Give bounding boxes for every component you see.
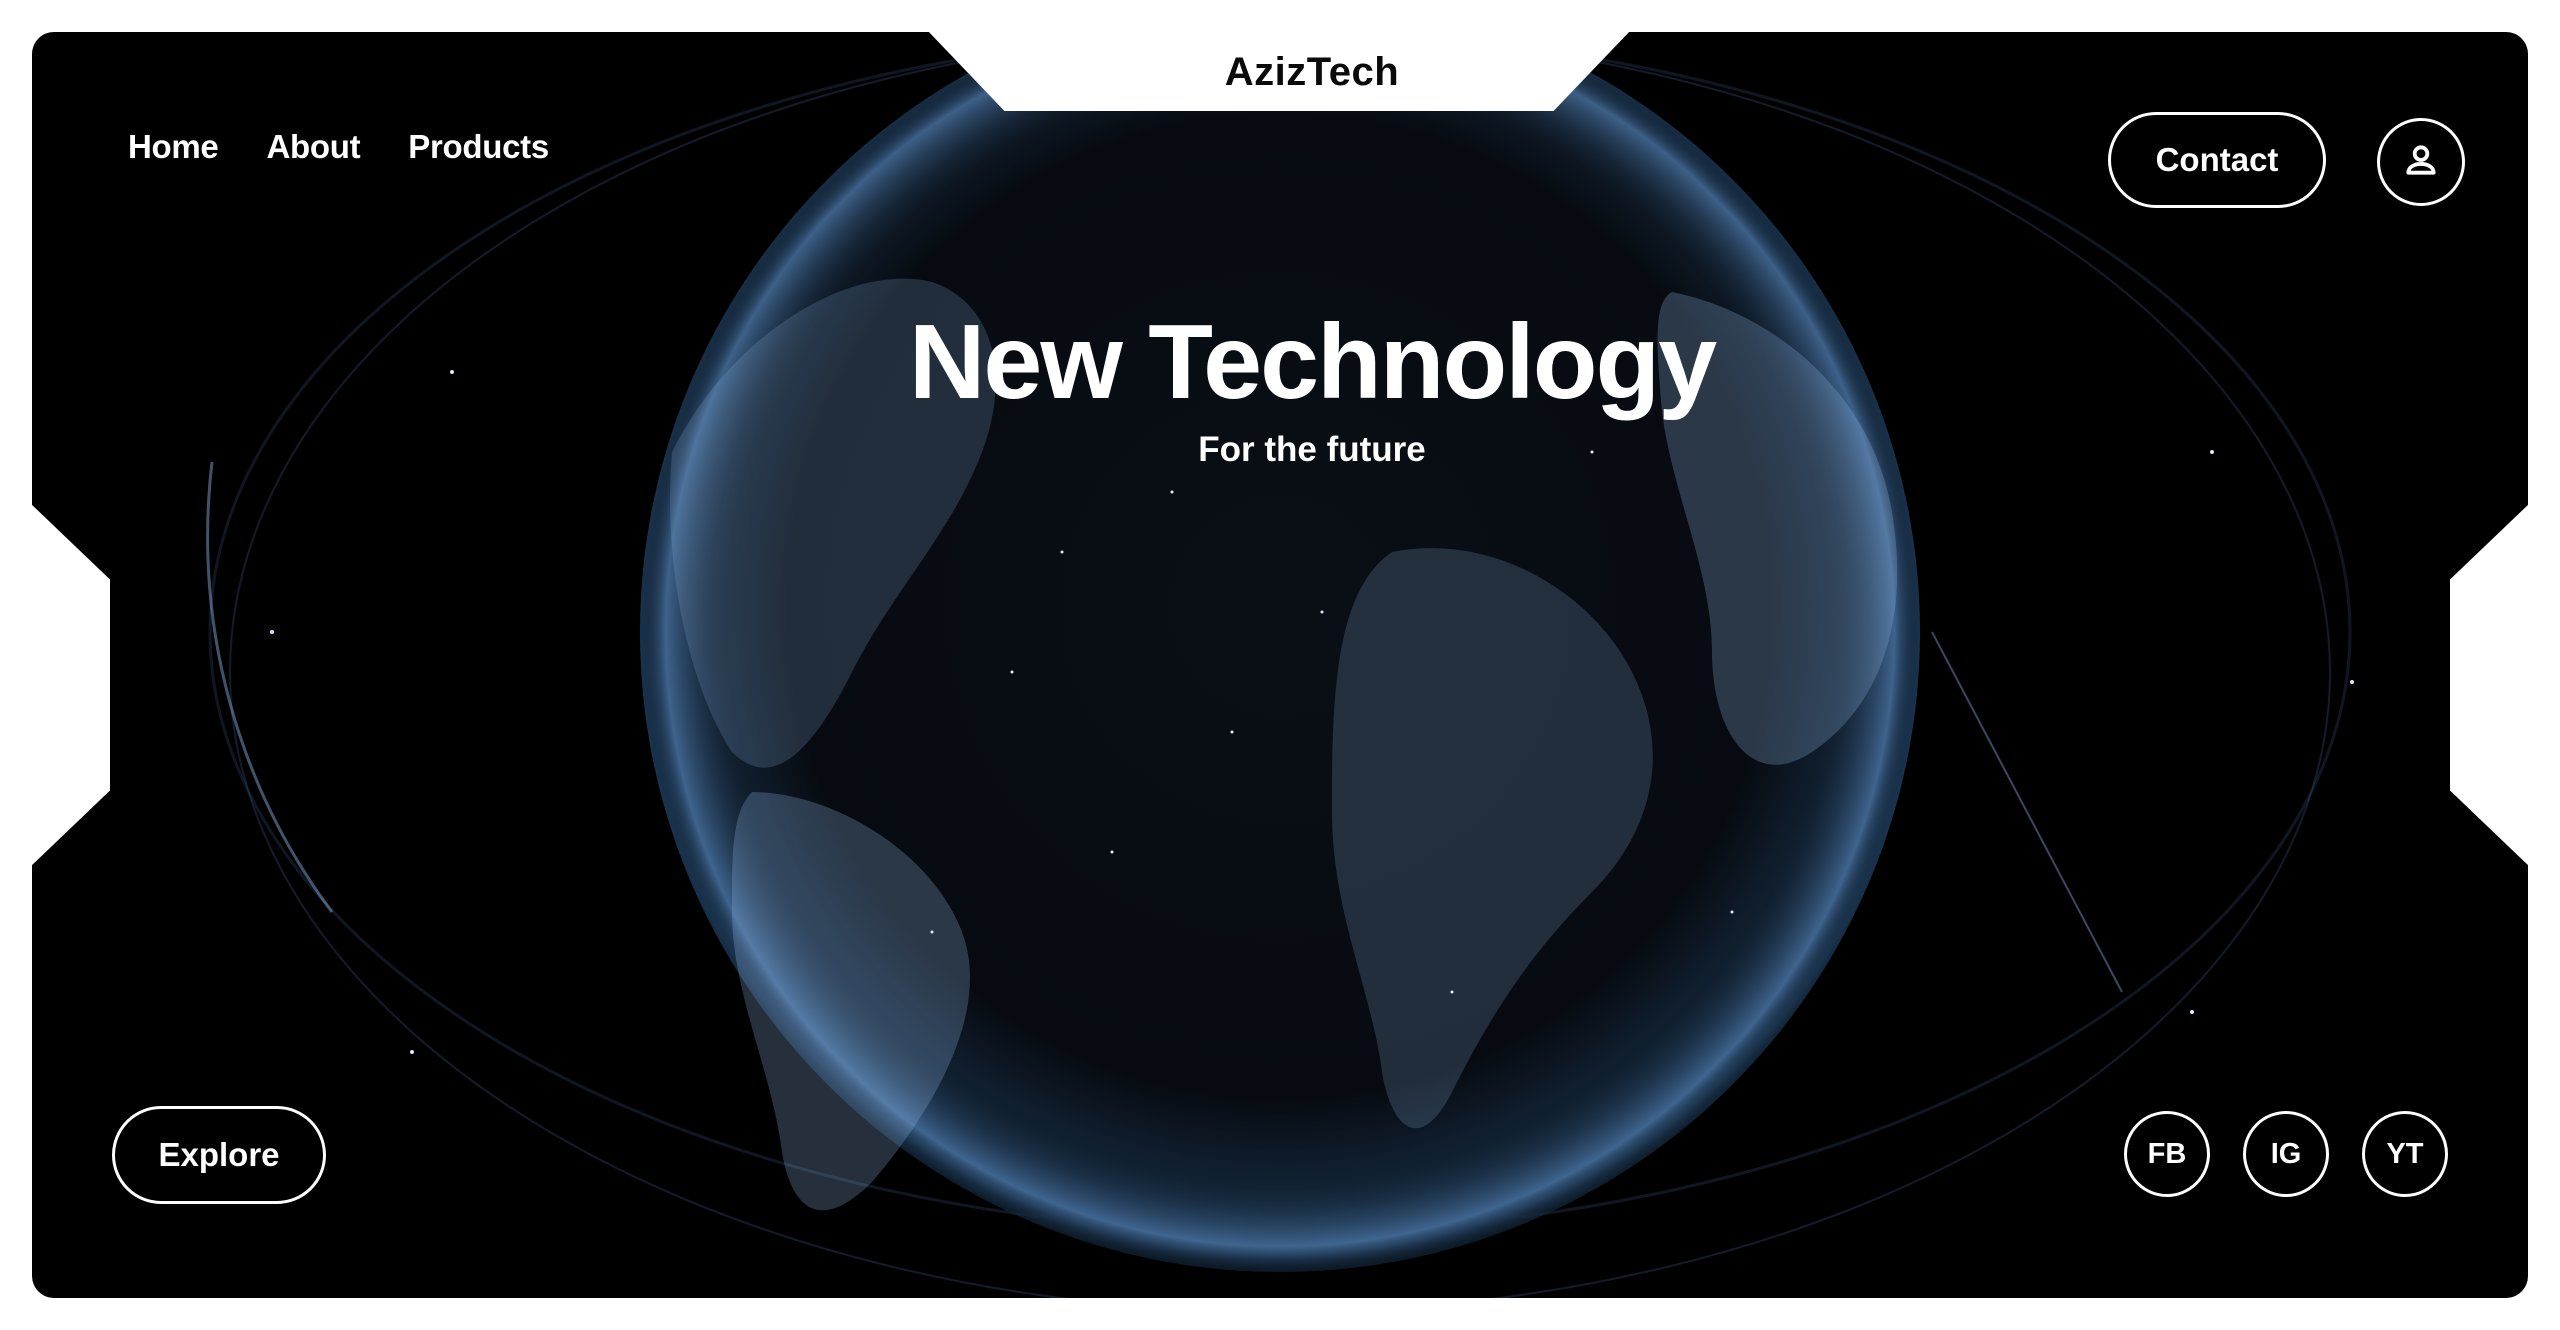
nav-item-products[interactable]: Products — [408, 128, 549, 166]
hero-title: New Technology — [908, 303, 1717, 421]
facebook-link[interactable]: FB — [2124, 1111, 2210, 1197]
page: AzizTech Home About Products Contact New… — [0, 0, 2560, 1330]
brand-logo[interactable]: AzizTech — [1112, 32, 1512, 112]
user-account-button[interactable] — [2377, 118, 2465, 206]
instagram-link[interactable]: IG — [2243, 1111, 2329, 1197]
explore-button[interactable]: Explore — [112, 1106, 326, 1204]
nav-item-about[interactable]: About — [267, 128, 361, 166]
youtube-link[interactable]: YT — [2362, 1111, 2448, 1197]
social-links: FB IG YT — [2124, 1111, 2448, 1197]
hero-subtitle: For the future — [1198, 430, 1426, 469]
user-icon — [2402, 141, 2440, 184]
contact-button[interactable]: Contact — [2108, 112, 2326, 208]
globe-background-image — [32, 32, 2528, 1298]
main-nav: Home About Products — [128, 128, 549, 166]
nav-item-home[interactable]: Home — [128, 128, 219, 166]
hero-section: AzizTech Home About Products Contact New… — [32, 32, 2528, 1298]
